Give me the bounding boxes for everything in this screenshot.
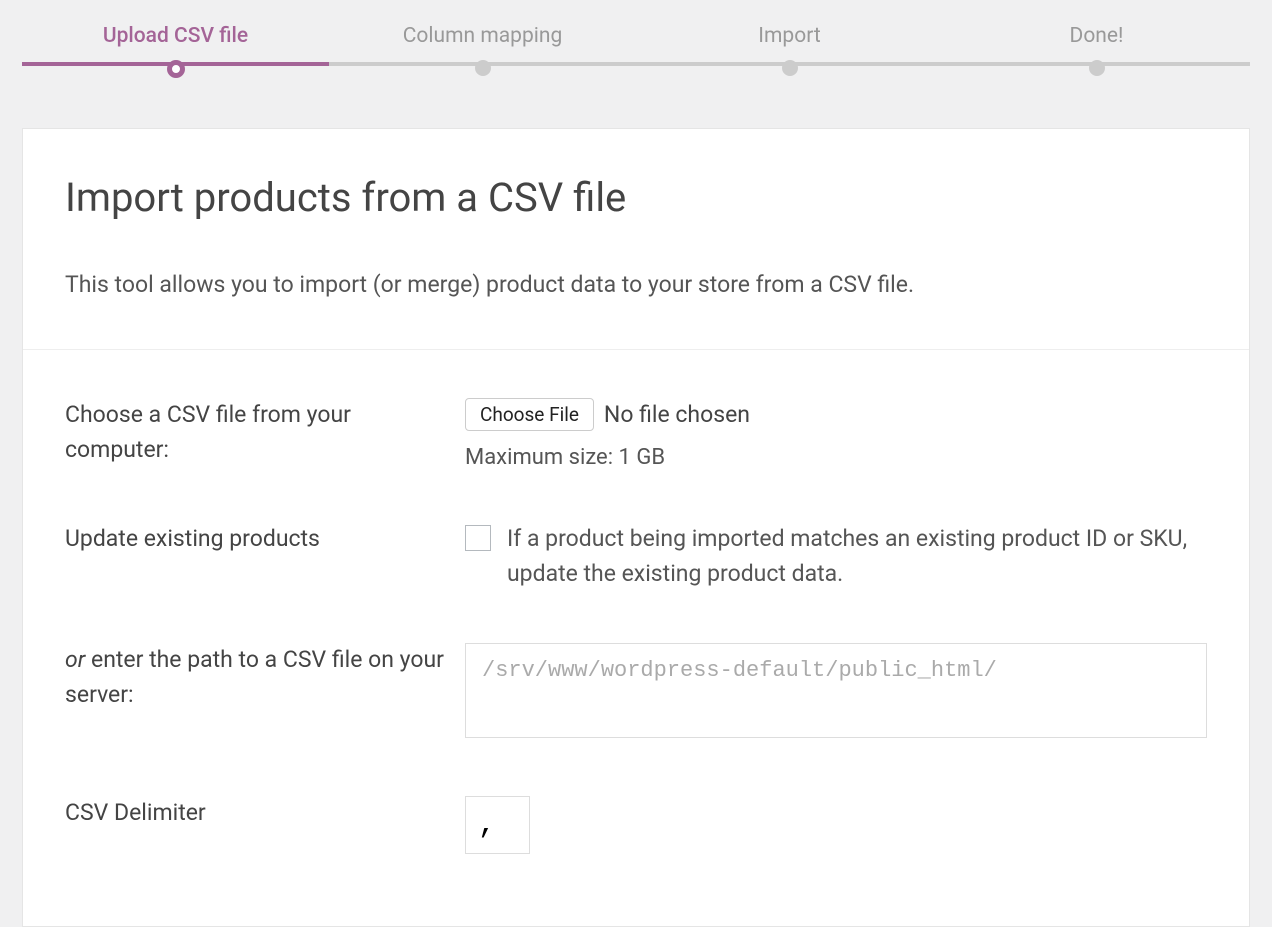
server-path-label-text: enter the path to a CSV file on your ser… xyxy=(65,646,444,708)
server-path-label: or enter the path to a CSV file on your … xyxy=(65,643,465,744)
progress-steps: Upload CSV file Column mapping Import Do… xyxy=(22,0,1250,98)
panel-header: Import products from a CSV file This too… xyxy=(23,129,1249,350)
delimiter-control xyxy=(465,796,1207,854)
page-title: Import products from a CSV file xyxy=(65,174,1207,221)
import-form: Choose a CSV file from your computer: Ch… xyxy=(23,350,1249,926)
server-path-input[interactable] xyxy=(465,643,1207,738)
step-label: Import xyxy=(758,24,820,48)
delimiter-row: CSV Delimiter xyxy=(65,796,1207,854)
update-control: If a product being imported matches an e… xyxy=(465,522,1207,591)
step-dot-icon xyxy=(1089,60,1105,76)
max-size-hint: Maximum size: 1 GB xyxy=(465,445,1207,470)
step-label: Done! xyxy=(1070,24,1124,48)
or-prefix: or xyxy=(65,646,85,673)
update-description: If a product being imported matches an e… xyxy=(507,522,1207,591)
update-row: Update existing products If a product be… xyxy=(65,522,1207,591)
server-path-control xyxy=(465,643,1207,744)
update-label: Update existing products xyxy=(65,522,465,591)
main-panel: Import products from a CSV file This too… xyxy=(22,128,1250,927)
update-checkbox[interactable] xyxy=(465,525,491,551)
page-subtitle: This tool allows you to import (or merge… xyxy=(65,269,1207,301)
file-label: Choose a CSV file from your computer: xyxy=(65,398,465,470)
server-path-row: or enter the path to a CSV file on your … xyxy=(65,643,1207,744)
step-done[interactable]: Done! xyxy=(943,24,1250,78)
step-dot-icon xyxy=(782,60,798,76)
delimiter-input[interactable] xyxy=(465,796,530,854)
file-status: No file chosen xyxy=(604,401,750,428)
update-checkbox-row: If a product being imported matches an e… xyxy=(465,522,1207,591)
file-input-row: Choose File No file chosen xyxy=(465,398,1207,431)
step-upload[interactable]: Upload CSV file xyxy=(22,24,329,78)
step-label: Column mapping xyxy=(403,24,562,48)
step-column-mapping[interactable]: Column mapping xyxy=(329,24,636,78)
delimiter-label: CSV Delimiter xyxy=(65,796,465,854)
choose-file-button[interactable]: Choose File xyxy=(465,398,594,431)
step-dot-icon xyxy=(475,60,491,76)
file-control: Choose File No file chosen Maximum size:… xyxy=(465,398,1207,470)
file-row: Choose a CSV file from your computer: Ch… xyxy=(65,398,1207,470)
step-label: Upload CSV file xyxy=(103,24,248,48)
step-import[interactable]: Import xyxy=(636,24,943,78)
step-dot-icon xyxy=(167,60,185,78)
